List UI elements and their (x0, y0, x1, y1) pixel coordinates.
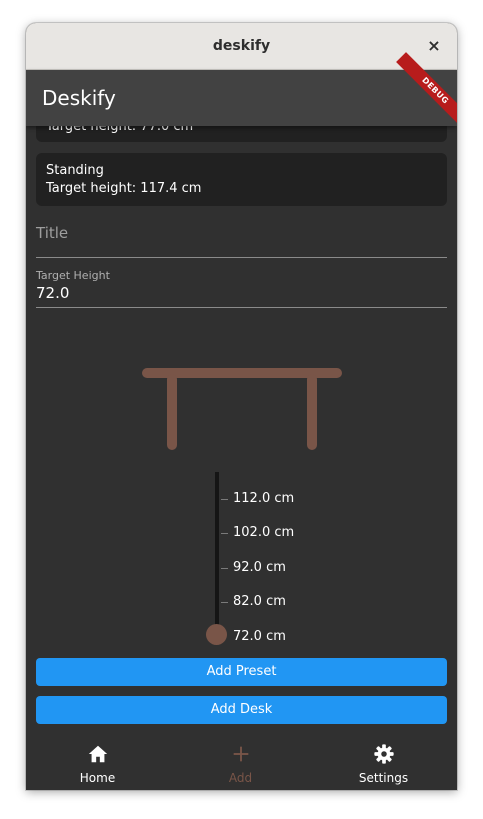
preset-target-height: Target height: 77.0 cm (46, 126, 194, 134)
title-input-placeholder: Title (36, 224, 69, 242)
nav-item-settings[interactable]: Settings (312, 727, 455, 790)
preset-card[interactable]: Standing Target height: 117.4 cm (36, 153, 447, 206)
plus-icon (233, 746, 249, 762)
slider-tick (221, 602, 228, 603)
nav-item-home[interactable]: Home (26, 727, 169, 790)
app-window: deskify × Deskify DEBUG Target height: 7… (26, 23, 457, 790)
preset-card[interactable]: Target height: 77.0 cm (36, 126, 447, 142)
nav-item-add[interactable]: Add (169, 727, 312, 790)
desk-leg-left (167, 374, 177, 450)
main-content[interactable]: Target height: 77.0 cm Standing Target h… (26, 126, 457, 727)
height-slider-thumb[interactable] (206, 624, 227, 645)
slider-tick (221, 533, 228, 534)
slider-tick (221, 568, 228, 569)
add-desk-button[interactable]: Add Desk (36, 696, 447, 724)
bottom-navigation: Home Add Settings (26, 727, 457, 790)
close-icon[interactable]: × (423, 35, 445, 57)
gear-icon (374, 744, 394, 764)
window-title: deskify (212, 38, 271, 54)
window-titlebar[interactable]: deskify × (26, 23, 457, 70)
nav-label-settings: Settings (358, 771, 409, 785)
slider-tick-label: 102.0 cm (233, 525, 295, 540)
app-title: Deskify (42, 86, 116, 110)
nav-label-add: Add (228, 771, 253, 785)
height-slider-track[interactable] (215, 472, 219, 635)
title-field[interactable]: Title (36, 220, 447, 260)
slider-tick (221, 499, 228, 500)
app-bar: Deskify DEBUG (26, 52, 457, 130)
target-height-field[interactable]: Target Height 72.0 (36, 268, 447, 310)
preset-name: Standing (46, 163, 104, 178)
slider-tick-label: 112.0 cm (233, 491, 295, 506)
preset-target-height: Target height: 117.4 cm (46, 181, 202, 196)
desk-leg-right (307, 374, 317, 450)
target-height-label: Target Height (36, 269, 110, 282)
slider-tick-label: 92.0 cm (233, 560, 286, 575)
target-height-input: 72.0 (36, 284, 70, 302)
slider-tick-label: 72.0 cm (233, 629, 286, 644)
home-icon (88, 745, 108, 763)
title-underline (36, 257, 447, 258)
nav-label-home: Home (79, 771, 116, 785)
target-height-underline (36, 307, 447, 308)
desk-preview (142, 368, 342, 450)
add-preset-button[interactable]: Add Preset (36, 658, 447, 686)
slider-tick-label: 82.0 cm (233, 594, 286, 609)
